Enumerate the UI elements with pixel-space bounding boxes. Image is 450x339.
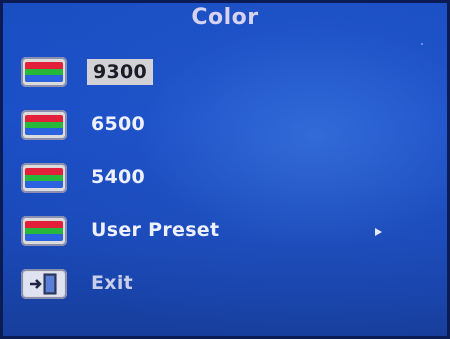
- menu-item-label: 6500: [91, 113, 146, 135]
- rgb-bars-icon: [21, 163, 67, 193]
- menu-item-6500[interactable]: 6500: [21, 106, 431, 146]
- menu-title: Color: [191, 5, 259, 30]
- osd-color-menu: Color 9300 6500 5400 User Preset Exit: [0, 0, 450, 339]
- rgb-bars-icon: [21, 57, 67, 87]
- menu-item-user-preset[interactable]: User Preset: [21, 212, 431, 252]
- rgb-bars-icon: [21, 110, 67, 140]
- menu-item-9300[interactable]: 9300: [21, 53, 431, 93]
- menu-item-label: User Preset: [91, 219, 220, 241]
- menu-item-label: 5400: [91, 166, 146, 188]
- menu-item-label: 9300: [87, 59, 154, 85]
- exit-door-icon: [21, 269, 67, 299]
- menu-item-exit[interactable]: Exit: [21, 265, 431, 305]
- submenu-arrow-icon: [375, 228, 382, 236]
- rgb-bars-icon: [21, 216, 67, 246]
- menu-item-5400[interactable]: 5400: [21, 159, 431, 199]
- screen-speck: [421, 43, 423, 45]
- menu-item-label: Exit: [91, 272, 134, 294]
